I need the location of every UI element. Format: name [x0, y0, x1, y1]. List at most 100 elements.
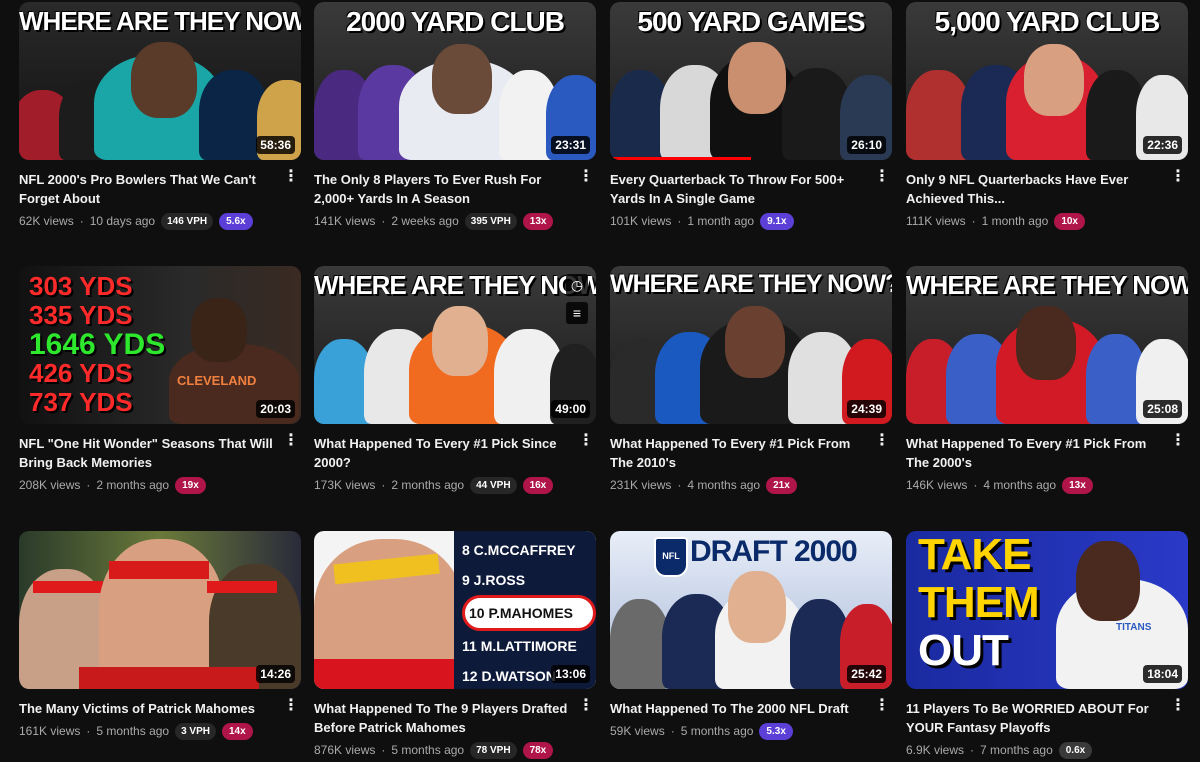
video-title[interactable]: What Happened To Every #1 Pick From The …	[906, 434, 1162, 472]
upload-age: 2 months ago	[96, 478, 170, 492]
video-card[interactable]: 303 YDS 335 YDS 1646 YDS 426 YDS 737 YDS…	[19, 266, 301, 495]
upload-age: 5 months ago	[680, 724, 754, 738]
more-vert-icon[interactable]: ⋮	[283, 698, 299, 719]
video-title[interactable]: What Happened To Every #1 Pick Since 200…	[314, 434, 570, 472]
upload-age: 2 months ago	[391, 478, 465, 492]
video-title[interactable]: The Many Victims of Patrick Mahomes	[19, 699, 275, 718]
duration-badge: 20:03	[256, 400, 295, 418]
duration-badge: 58:36	[256, 136, 295, 154]
video-card[interactable]: WHERE ARE THEY NOW? 58:36 NFL 2000's Pro…	[19, 2, 301, 231]
outlier-badge: 0.6x	[1058, 741, 1093, 759]
video-card[interactable]: WHERE ARE THEY NOW ◷ ≡ 49:00 What Happen…	[314, 266, 596, 495]
clock-icon[interactable]: ◷	[566, 274, 588, 296]
thumbnail-text: WHERE ARE THEY NOW?	[19, 6, 301, 36]
video-stats: 111K views · 1 month ago 10x	[906, 211, 1162, 231]
upload-age: 7 months ago	[980, 743, 1053, 757]
vph-badge: 146 VPH	[161, 212, 214, 230]
video-card[interactable]: TAKE THEM OUT TITANS 18:04 11 Players To…	[906, 531, 1188, 760]
video-title[interactable]: Every Quarterback To Throw For 500+ Yard…	[610, 170, 866, 208]
vph-badge: 395 VPH	[464, 212, 517, 230]
video-thumbnail[interactable]: 2000 YARD CLUB 23:31	[314, 2, 596, 160]
more-vert-icon[interactable]: ⋮	[1170, 433, 1186, 454]
video-title[interactable]: What Happened To The 2000 NFL Draft	[610, 699, 866, 718]
more-vert-icon[interactable]: ⋮	[578, 433, 594, 454]
duration-badge: 18:04	[1143, 665, 1182, 683]
video-stats: 161K views · 5 months ago 3 VPH 14x	[19, 721, 275, 741]
upload-age: 10 days ago	[89, 214, 156, 228]
more-vert-icon[interactable]: ⋮	[874, 433, 890, 454]
outlier-badge: 5.3x	[759, 722, 793, 740]
upload-age: 4 months ago	[983, 478, 1057, 492]
view-count: 208K views	[19, 478, 81, 492]
view-count: 146K views	[906, 478, 968, 492]
video-stats: 6.9K views · 7 months ago 0.6x	[906, 740, 1162, 760]
video-title[interactable]: The Only 8 Players To Ever Rush For 2,00…	[314, 170, 570, 208]
view-count: 173K views	[314, 478, 376, 492]
video-stats: 208K views · 2 months ago 19x	[19, 475, 275, 495]
outlier-badge: 5.6x	[219, 212, 253, 230]
view-count: 876K views	[314, 743, 376, 757]
video-stats: 59K views · 5 months ago 5.3x	[610, 721, 866, 741]
view-count: 59K views	[610, 724, 665, 738]
jersey-text: CLEVELAND	[177, 373, 257, 388]
upload-age: 5 months ago	[96, 724, 170, 738]
view-count: 101K views	[610, 214, 672, 228]
more-vert-icon[interactable]: ⋮	[874, 169, 890, 190]
video-stats: 876K views · 5 months ago 78 VPH 78x	[314, 740, 570, 760]
duration-badge: 23:31	[551, 136, 590, 154]
video-card[interactable]: WHERE ARE THEY NOW? 24:39 What Happened …	[610, 266, 892, 495]
outlier-badge: 10x	[1054, 212, 1085, 230]
upload-age: 4 months ago	[687, 478, 761, 492]
more-vert-icon[interactable]: ⋮	[1170, 169, 1186, 190]
video-title[interactable]: Only 9 NFL Quarterbacks Have Ever Achiev…	[906, 170, 1162, 208]
video-card[interactable]: 2000 YARD CLUB 23:31 The Only 8 Players …	[314, 2, 596, 231]
video-stats: 146K views · 4 months ago 13x	[906, 475, 1162, 495]
view-count: 6.9K views	[906, 743, 965, 757]
video-card[interactable]: WHERE ARE THEY NOW 25:08 What Happened T…	[906, 266, 1188, 495]
duration-badge: 14:26	[256, 665, 295, 683]
draft-line: 9 J.ROSS	[462, 572, 526, 588]
video-stats: 141K views · 2 weeks ago 395 VPH 13x	[314, 211, 570, 231]
video-stats: 101K views · 1 month ago 9.1x	[610, 211, 866, 231]
video-thumbnail[interactable]: TAKE THEM OUT TITANS 18:04	[906, 531, 1188, 689]
more-vert-icon[interactable]: ⋮	[578, 698, 594, 719]
video-title[interactable]: What Happened To The 9 Players Drafted B…	[314, 699, 570, 737]
video-thumbnail[interactable]: 5,000 YARD CLUB 22:36	[906, 2, 1188, 160]
duration-badge: 13:06	[551, 665, 590, 683]
vph-badge: 3 VPH	[175, 722, 216, 740]
more-vert-icon[interactable]: ⋮	[1170, 698, 1186, 719]
upload-age: 1 month ago	[981, 214, 1049, 228]
vph-badge: 44 VPH	[470, 476, 517, 494]
video-card[interactable]: 14:26 The Many Victims of Patrick Mahome…	[19, 531, 301, 741]
video-title[interactable]: NFL "One Hit Wonder" Seasons That Will B…	[19, 434, 275, 472]
video-thumbnail[interactable]: 500 YARD GAMES 26:10	[610, 2, 892, 160]
video-thumbnail[interactable]: WHERE ARE THEY NOW 25:08	[906, 266, 1188, 424]
video-card[interactable]: 8 C.MCCAFFREY 9 J.ROSS 10 P.MAHOMES 11 M…	[314, 531, 596, 760]
video-thumbnail[interactable]: 8 C.MCCAFFREY 9 J.ROSS 10 P.MAHOMES 11 M…	[314, 531, 596, 689]
duration-badge: 49:00	[551, 400, 590, 418]
outlier-badge: 13x	[522, 212, 554, 230]
more-vert-icon[interactable]: ⋮	[874, 698, 890, 719]
more-vert-icon[interactable]: ⋮	[283, 433, 299, 454]
video-card[interactable]: NFL DRAFT 2000 25:42 What Happened To Th…	[610, 531, 892, 741]
video-card[interactable]: 5,000 YARD CLUB 22:36 Only 9 NFL Quarter…	[906, 2, 1188, 231]
video-title[interactable]: 11 Players To Be WORRIED ABOUT For YOUR …	[906, 699, 1162, 737]
video-thumbnail[interactable]: WHERE ARE THEY NOW? 58:36	[19, 2, 301, 160]
outlier-badge: 9.1x	[760, 212, 794, 230]
video-thumbnail[interactable]: 303 YDS 335 YDS 1646 YDS 426 YDS 737 YDS…	[19, 266, 301, 424]
video-thumbnail[interactable]: WHERE ARE THEY NOW? 24:39	[610, 266, 892, 424]
vph-badge: 78 VPH	[470, 741, 517, 759]
video-title[interactable]: What Happened To Every #1 Pick From The …	[610, 434, 866, 472]
more-vert-icon[interactable]: ⋮	[578, 169, 594, 190]
video-thumbnail[interactable]: WHERE ARE THEY NOW ◷ ≡ 49:00	[314, 266, 596, 424]
add-to-queue-icon[interactable]: ≡	[566, 302, 588, 324]
video-thumbnail[interactable]: NFL DRAFT 2000 25:42	[610, 531, 892, 689]
video-thumbnail[interactable]: 14:26	[19, 531, 301, 689]
video-stats: 231K views · 4 months ago 21x	[610, 475, 866, 495]
upload-age: 5 months ago	[391, 743, 465, 757]
draft-line-highlight: 10 P.MAHOMES	[462, 595, 596, 631]
video-title[interactable]: NFL 2000's Pro Bowlers That We Can't For…	[19, 170, 275, 208]
view-count: 111K views	[906, 214, 966, 228]
video-card[interactable]: 500 YARD GAMES 26:10 Every Quarterback T…	[610, 2, 892, 231]
more-vert-icon[interactable]: ⋮	[283, 169, 299, 190]
